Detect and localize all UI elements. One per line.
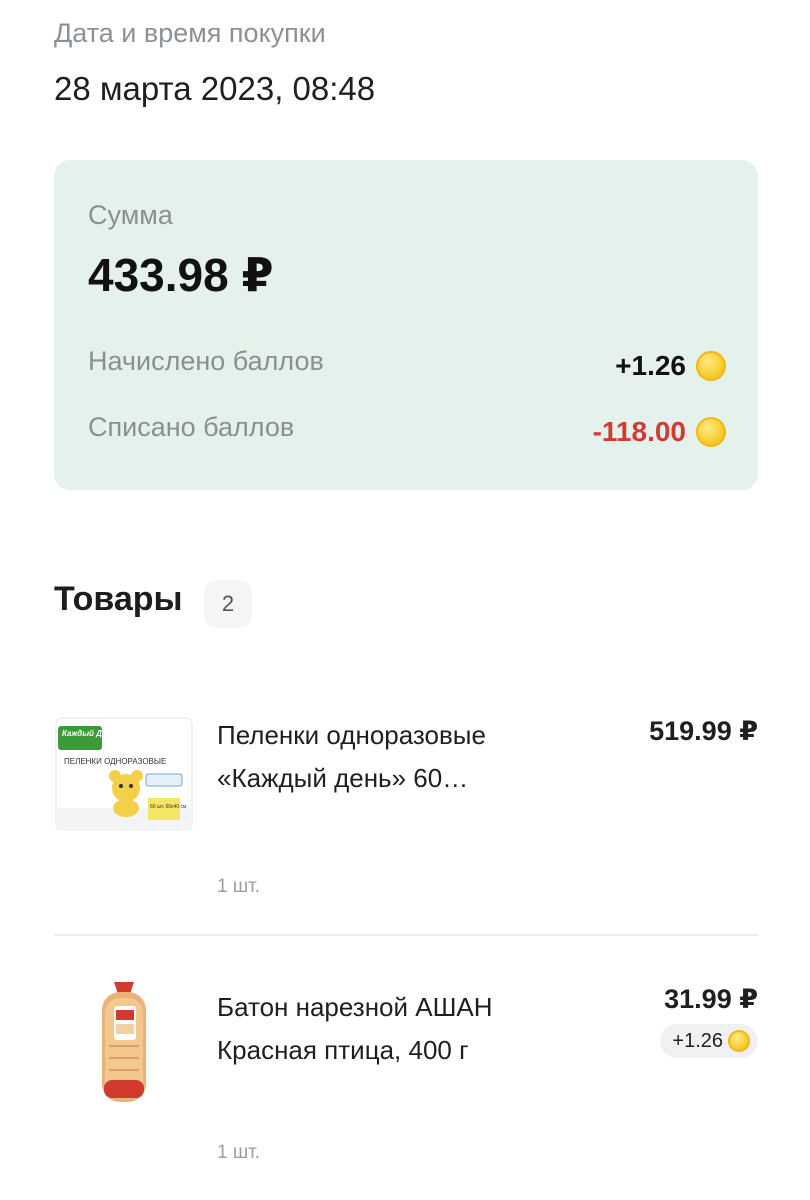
accrued-points-value: +1.26 — [615, 350, 726, 382]
spent-points-label: Списано баллов — [88, 412, 295, 442]
goods-title: Товары — [54, 580, 183, 618]
item-quantity: 1 шт. — [217, 1142, 260, 1163]
date-value: 28 марта 2023, 08:48 — [54, 70, 376, 107]
sum-label: Сумма — [88, 200, 173, 230]
item-name: Пеленки одноразовые «Каждый день» 60… — [217, 720, 486, 793]
coin-icon — [696, 417, 726, 447]
sum-value: 433.98 ₽ — [88, 249, 274, 301]
coin-icon — [696, 351, 726, 381]
product-image-diapers: Каждый День ПЕЛЕНКИ ОДНОРАЗОВЫЕ 60 шт. 6… — [54, 712, 194, 832]
item-quantity: 1 шт. — [217, 876, 260, 897]
spent-points-value: -118.00 — [593, 416, 726, 448]
pack-size-text: 60 шт. 60х40 см — [150, 804, 187, 810]
item-name: Батон нарезной АШАН Красная птица, 400 г — [217, 992, 493, 1065]
goods-list-item[interactable]: Батон нарезной АШАН Красная птица, 400 г… — [54, 972, 758, 1172]
accrued-points-amount: +1.26 — [615, 350, 686, 381]
brand-logo-text: Каждый День — [62, 729, 116, 738]
accrued-points-label: Начислено баллов — [88, 346, 324, 376]
item-bonus-amount: +1.26 — [672, 1029, 723, 1052]
item-price: 519.99 ₽ — [649, 716, 758, 746]
item-price: 31.99 ₽ — [664, 984, 758, 1014]
item-bonus-badge: +1.26 — [660, 1024, 758, 1058]
goods-list-item[interactable]: Каждый День ПЕЛЕНКИ ОДНОРАЗОВЫЕ 60 шт. 6… — [54, 700, 758, 936]
spent-points-amount: -118.00 — [592, 416, 686, 447]
product-text-on-pack: ПЕЛЕНКИ ОДНОРАЗОВЫЕ — [64, 757, 166, 766]
product-image-bread — [74, 976, 174, 1106]
goods-count-badge: 2 — [204, 580, 252, 628]
date-label: Дата и время покупки — [54, 18, 326, 48]
summary-card: Сумма 433.98 ₽ Начислено баллов +1.26 Сп… — [54, 160, 758, 490]
coin-icon — [728, 1030, 750, 1052]
